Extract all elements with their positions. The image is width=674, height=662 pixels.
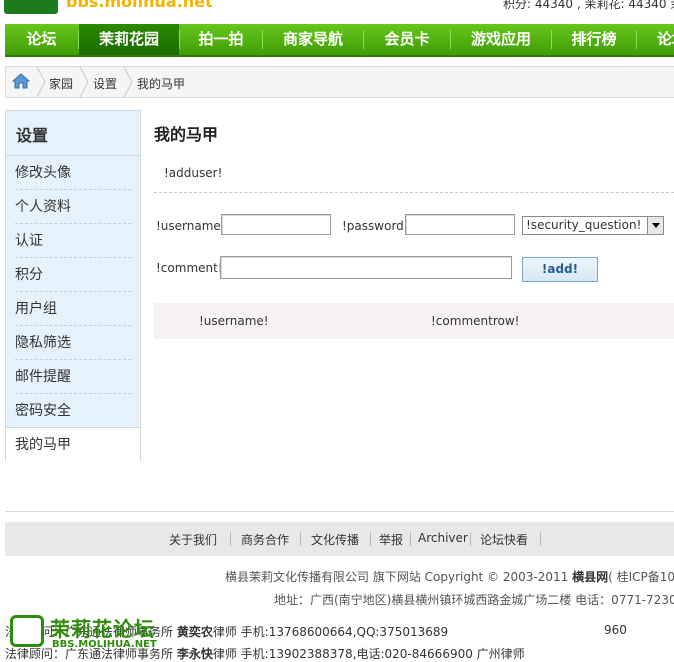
adduser-heading: !adduser!	[164, 166, 223, 180]
footer-separator	[370, 532, 371, 546]
add-button[interactable]: !add!	[522, 257, 598, 282]
sidebar-item-email[interactable]: 邮件提醒	[15, 366, 71, 386]
nav-item-forum[interactable]: 论坛	[5, 24, 78, 55]
footer-separator	[230, 532, 231, 546]
footer-logo[interactable]: 茉莉花论坛 BBS.MOLIHUA.NET	[10, 613, 160, 651]
footer-separator	[410, 532, 411, 546]
footer-link-business[interactable]: 商务合作	[241, 531, 289, 548]
password-label: !password!	[342, 219, 409, 233]
lawyer-1-name: 黄奕农	[176, 625, 213, 639]
site-logo-text: bbs.molihua.net	[66, 0, 213, 11]
sidebar-item-verify[interactable]: 认证	[15, 230, 43, 250]
column-header-comment: !commentrow!	[431, 314, 520, 328]
divider	[15, 189, 131, 190]
breadcrumb-separator-icon	[79, 67, 89, 97]
nav-item-ranking[interactable]: 排行榜	[552, 24, 636, 55]
footer-separator	[540, 532, 541, 546]
main-nav: 论坛 茉莉花园 拍一拍 商家导航 会员卡 游戏应用 排行榜 论坛	[5, 24, 674, 57]
footer-separator	[300, 532, 301, 546]
home-icon[interactable]	[12, 73, 30, 90]
nav-item-forum-2[interactable]: 论坛	[637, 24, 674, 55]
sidebar-item-usergroup[interactable]: 用户组	[15, 298, 57, 318]
lawyer-1-suffix: 律师 手机:13768600664,QQ:375013689	[212, 625, 449, 639]
divider	[15, 359, 131, 360]
settings-sidebar: 设置 修改头像 个人资料 认证 积分 用户组 隐私筛选 邮件提醒 密码安全 我的…	[5, 110, 141, 461]
breadcrumb-item-home[interactable]: 家园	[49, 75, 73, 92]
copyright-suffix: ( 桂ICP备102	[608, 570, 674, 584]
sidebar-item-privacy[interactable]: 隐私筛选	[15, 332, 71, 352]
breadcrumb-separator-icon	[123, 67, 133, 97]
sidebar-item-credits[interactable]: 积分	[15, 264, 43, 284]
footer-link-report[interactable]: 举报	[379, 531, 403, 548]
site-logo[interactable]	[4, 0, 58, 14]
divider	[15, 291, 131, 292]
address-text: 地址：广西(南宁地区)横县横州镇环城西路金城广场二楼 电话：0771-7230	[274, 593, 674, 607]
breadcrumb-separator-icon	[36, 67, 46, 97]
footer-link-archiver[interactable]: Archiver	[418, 531, 468, 545]
breadcrumb: 家园 设置 我的马甲	[5, 66, 674, 98]
divider	[15, 257, 131, 258]
footer-link-culture[interactable]: 文化传播	[311, 531, 359, 548]
nav-item-games[interactable]: 游戏应用	[451, 24, 551, 55]
chevron-down-icon[interactable]	[647, 217, 663, 234]
page-title: 我的马甲	[154, 125, 219, 144]
password-input[interactable]	[405, 214, 515, 235]
nav-item-member-card[interactable]: 会员卡	[364, 24, 450, 55]
comment-input[interactable]	[220, 256, 512, 279]
top-header: bbs.molihua.net 积分: 44340 , 茉莉花: 44340 茉	[0, 0, 674, 22]
security-question-value: !security_question!	[526, 218, 642, 232]
sidebar-title: 设置	[16, 126, 49, 145]
visit-counter: 960	[604, 623, 627, 637]
divider	[5, 511, 674, 512]
copyright-text: 横县茉莉文化传播有限公司 旗下网站 Copyright © 2003-2011 …	[225, 568, 674, 585]
sidebar-item-sockpuppet[interactable]: 我的马甲	[15, 434, 71, 454]
security-question-select[interactable]: !security_question!	[522, 216, 664, 235]
footer-separator	[470, 532, 471, 546]
comment-label: !comment!	[156, 261, 223, 275]
column-header-username: !username!	[199, 314, 269, 328]
divider	[15, 325, 131, 326]
footer-link-about[interactable]: 关于我们	[169, 531, 217, 548]
footer-link-quickview[interactable]: 论坛快看	[480, 531, 528, 548]
copyright-prefix: 横县茉莉文化传播有限公司 旗下网站 Copyright © 2003-2011	[225, 570, 573, 584]
nav-item-garden[interactable]: 茉莉花园	[79, 24, 179, 55]
divider	[154, 192, 674, 193]
footer-logo-subtext: BBS.MOLIHUA.NET	[52, 639, 157, 650]
score-info: 积分: 44340 , 茉莉花: 44340 茉	[503, 0, 674, 11]
username-label: !username!	[156, 219, 226, 233]
sidebar-item-avatar[interactable]: 修改头像	[15, 162, 71, 182]
breadcrumb-item-current: 我的马甲	[137, 77, 186, 91]
nav-item-merchants[interactable]: 商家导航	[263, 24, 363, 55]
copyright-site-link[interactable]: 横县网	[572, 570, 608, 584]
sidebar-item-password[interactable]: 密码安全	[15, 400, 71, 420]
divider	[6, 155, 140, 156]
jasmine-logo-icon	[10, 615, 44, 647]
sidebar-item-profile[interactable]: 个人资料	[15, 196, 71, 216]
divider	[15, 223, 131, 224]
footer-logo-text: 茉莉花论坛	[50, 617, 155, 641]
breadcrumb-item-settings[interactable]: 设置	[93, 75, 117, 92]
nav-item-snap[interactable]: 拍一拍	[180, 24, 262, 55]
username-input[interactable]	[221, 214, 331, 235]
divider	[15, 393, 131, 394]
